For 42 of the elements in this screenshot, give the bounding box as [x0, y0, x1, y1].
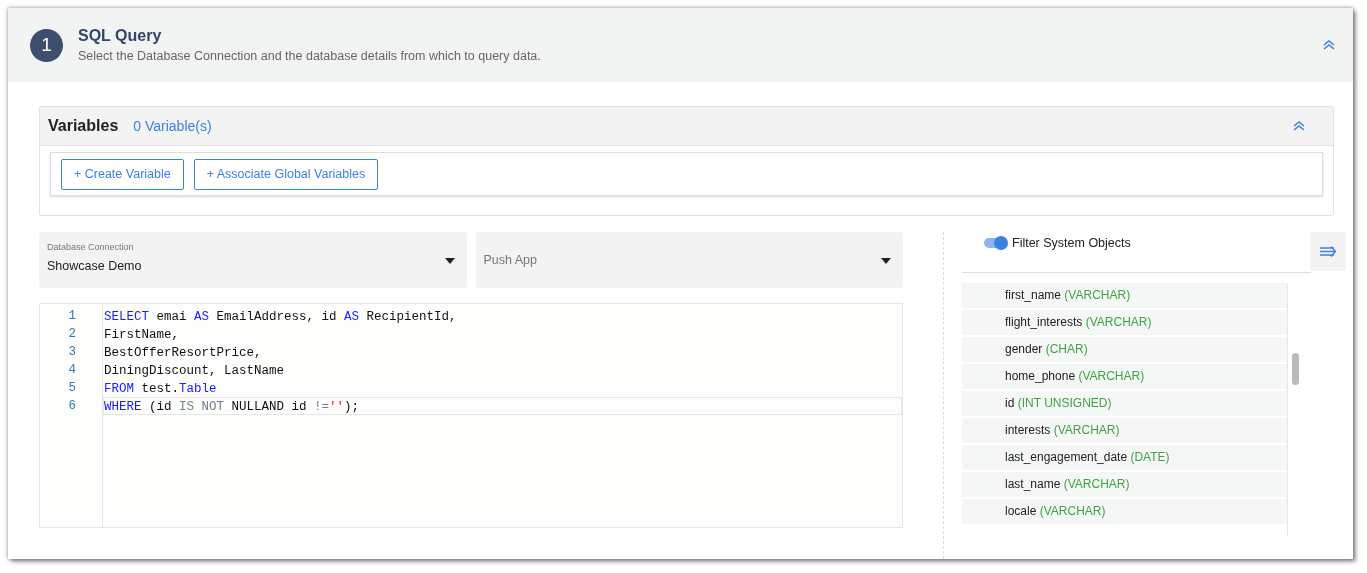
variable-button[interactable]: + Associate Global Variables [193, 158, 379, 190]
code-line: FirstName, [103, 327, 180, 343]
code-line: BestOfferResortPrice, [103, 345, 263, 361]
code-line: FROM test.Table [103, 381, 218, 397]
step-description: Select the Database Connection and the database details from which to query data. [78, 49, 542, 63]
step-number: 1 [30, 28, 63, 62]
line-number: 6 [67, 398, 77, 415]
caret-icon [444, 258, 455, 264]
variables-title: Variables [48, 117, 119, 135]
code-editor[interactable]: 1 2 3 4 5 6 SELECT emai AS EmailAddress, id AS RecipientId, FirstName, BestOfferResortPrice, DiningDiscount, LastName FROM test.Table WHERE (id IS NOT NULLAND id !=''); [39, 303, 903, 528]
dropdown-value: Showcase Demo [47, 258, 142, 273]
toggle-switch[interactable] [984, 238, 1006, 248]
column-item[interactable]: flight_interests (VARCHAR) [962, 310, 1287, 335]
database-connection-dropdown[interactable]: Database Connection Showcase Demo [39, 232, 467, 288]
column-item[interactable]: last_name (VARCHAR) [962, 472, 1287, 497]
push-app-dropdown[interactable]: Push App [475, 232, 903, 288]
code-line: DiningDiscount, LastName [103, 363, 286, 379]
collapse-icon[interactable] [1323, 40, 1335, 50]
column-item[interactable]: first_name (VARCHAR) [962, 283, 1287, 308]
insert-button[interactable] [1310, 232, 1346, 271]
column-item[interactable]: locale (VARCHAR) [962, 499, 1287, 524]
column-item[interactable]: home_phone (VARCHAR) [962, 364, 1287, 389]
column-item[interactable]: id (INT UNSIGNED) [962, 391, 1287, 416]
scrollbar-thumb[interactable] [1292, 353, 1299, 385]
column-item[interactable]: interests (VARCHAR) [962, 418, 1287, 443]
step-title: SQL Query [78, 27, 163, 45]
line-number: 2 [67, 326, 77, 343]
dropdown-placeholder: Push App [483, 253, 537, 267]
line-number: 5 [67, 380, 77, 397]
column-item[interactable]: gender (CHAR) [962, 337, 1287, 362]
line-number: 3 [67, 344, 77, 361]
line-number: 4 [67, 362, 77, 379]
toggle-label: Filter System Objects [1012, 236, 1131, 250]
dropdown-label: Database Connection [47, 241, 134, 252]
arrow-icon [1320, 246, 1336, 257]
variable-button[interactable]: + Create Variable [61, 158, 184, 190]
variables-count: 0 Variable(s) [133, 118, 213, 134]
collapse-icon[interactable] [1293, 121, 1305, 131]
caret-icon [881, 258, 891, 264]
column-item[interactable]: last_engagement_date (DATE) [962, 445, 1287, 470]
code-line: SELECT emai AS EmailAddress, id AS RecipientId, [103, 309, 458, 325]
line-number: 1 [67, 308, 77, 325]
